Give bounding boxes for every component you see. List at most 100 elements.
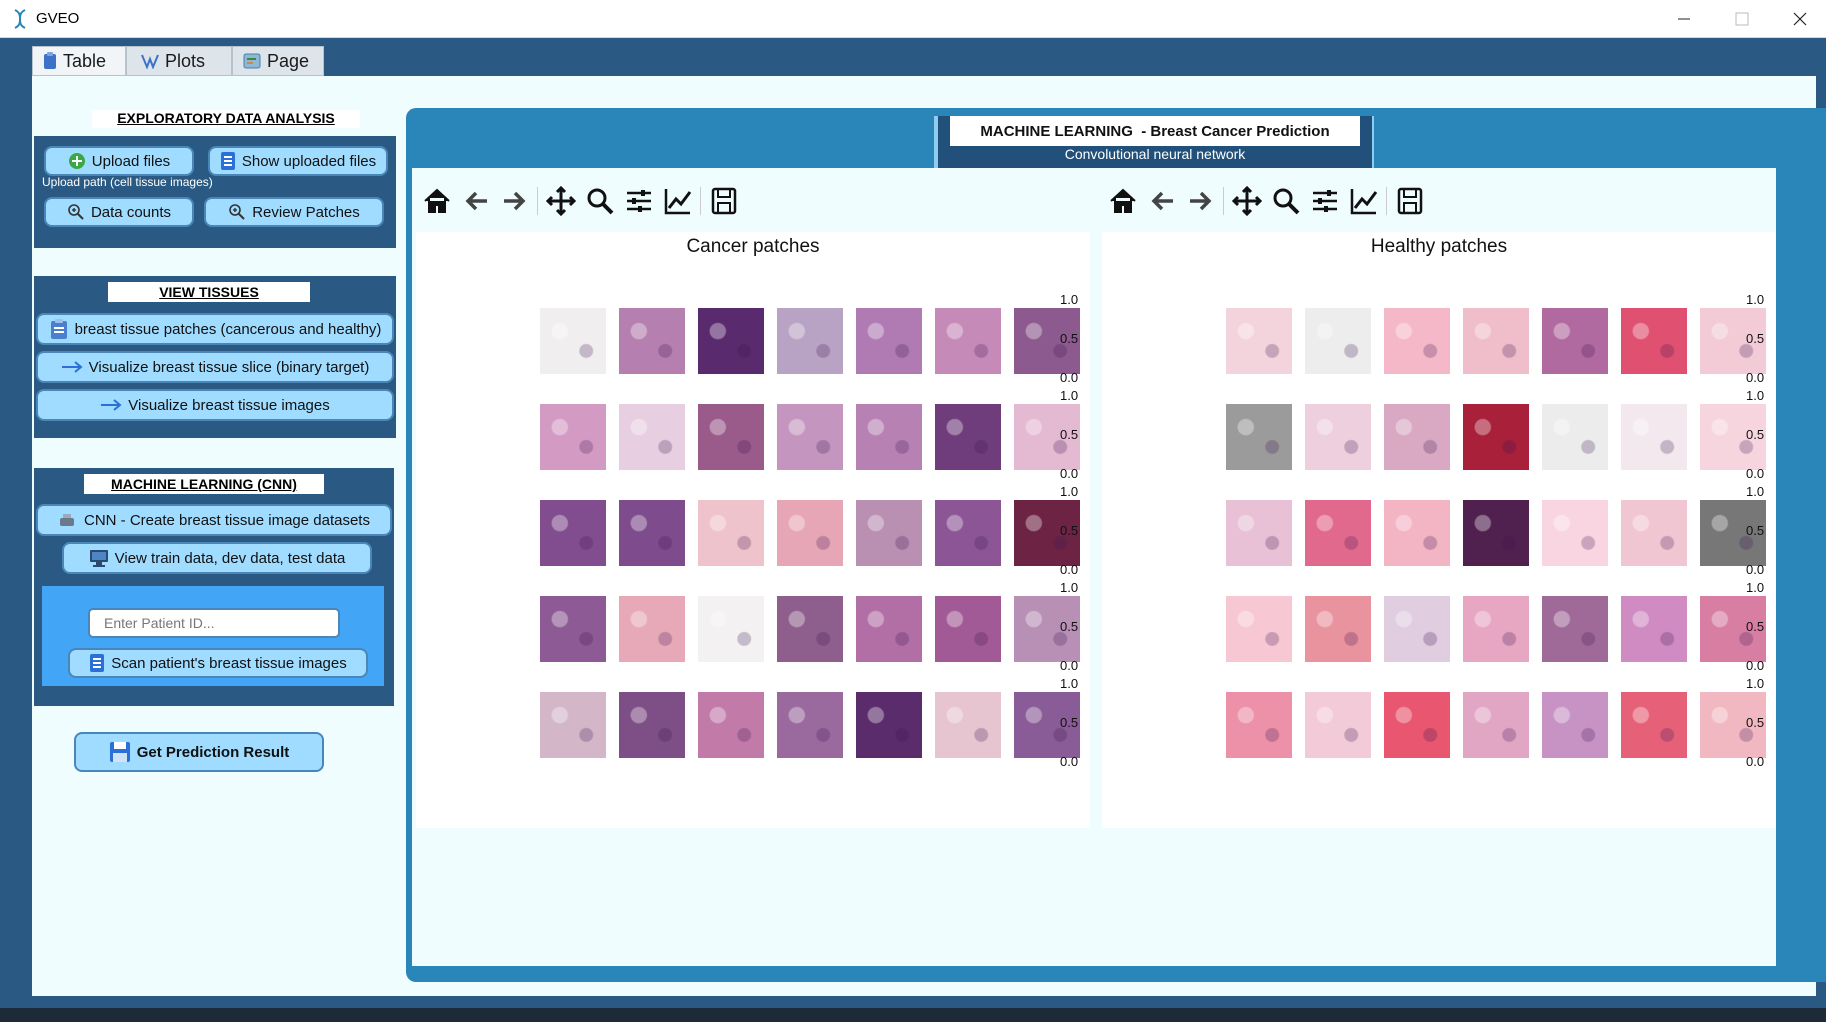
- view-train-data-label: View train data, dev data, test data: [114, 549, 346, 567]
- edit-axis-icon[interactable]: [661, 184, 695, 218]
- forward-icon[interactable]: [1184, 184, 1218, 218]
- visualize-slice-button[interactable]: Visualize breast tissue slice (binary ta…: [36, 351, 394, 383]
- axis-tick-label: 1.0: [1060, 484, 1079, 499]
- axis-tick-label: 0.0: [1746, 466, 1765, 481]
- axis-tick-label: 0.0: [1060, 466, 1079, 481]
- pan-icon[interactable]: [544, 184, 578, 218]
- axis-tick-label: 1.0: [1060, 292, 1079, 307]
- tissue-patch: [1621, 500, 1687, 566]
- tissue-patch: [619, 308, 685, 374]
- upload-files-label: Upload files: [91, 152, 171, 170]
- tissue-patch: [777, 404, 843, 470]
- tab-plots[interactable]: Plots: [126, 46, 232, 76]
- forward-icon[interactable]: [498, 184, 532, 218]
- satellite-icon: [60, 514, 75, 526]
- tissue-patch: [1542, 500, 1608, 566]
- tissue-patches-label: breast tissue patches (cancerous and hea…: [74, 320, 382, 338]
- title-bar: GVEO: [0, 0, 1826, 38]
- maximize-icon[interactable]: [1714, 4, 1770, 34]
- app-window: GVEO Table Plots Page EXPLORATORY DATA A…: [0, 0, 1826, 1022]
- tissue-patch: [1226, 500, 1292, 566]
- tissue-patch: [856, 308, 922, 374]
- taskbar-strip: [0, 1008, 1826, 1022]
- toolbar-separator: [700, 187, 701, 215]
- subplots-icon[interactable]: [1308, 184, 1342, 218]
- ml-cnn-title: MACHINE LEARNING (CNN): [84, 474, 324, 494]
- minimize-icon[interactable]: [1656, 4, 1712, 34]
- tab-label: Plots: [165, 50, 206, 71]
- visualize-images-label: Visualize breast tissue images: [128, 396, 330, 414]
- figure-title: Cancer patches: [686, 236, 820, 257]
- axis-tick-label: 0.0: [1746, 370, 1765, 385]
- tab-page[interactable]: Page: [232, 46, 324, 76]
- tab-label: Page: [267, 50, 310, 71]
- tissue-patch: [856, 404, 922, 470]
- figure-title: Healthy patches: [1370, 236, 1508, 257]
- review-patches-button[interactable]: Review Patches: [204, 197, 384, 227]
- visualize-images-button[interactable]: Visualize breast tissue images: [36, 389, 394, 421]
- create-datasets-button[interactable]: CNN - Create breast tissue image dataset…: [36, 504, 392, 536]
- tissue-patch: [698, 596, 764, 662]
- tissue-patch: [1226, 692, 1292, 758]
- close-icon[interactable]: [1772, 4, 1826, 34]
- zoom-icon[interactable]: [583, 184, 617, 218]
- plus-icon: [68, 153, 85, 169]
- plot-toolbar-healthy: [1106, 182, 1432, 220]
- panel-bottom-edge: [406, 966, 1778, 972]
- subplots-icon[interactable]: [622, 184, 656, 218]
- scan-patient-button[interactable]: Scan patient's breast tissue images: [68, 648, 368, 678]
- home-icon[interactable]: [1106, 184, 1140, 218]
- axis-tick-label: 0.0: [1060, 370, 1079, 385]
- axis-tick-label: 1.0: [1746, 580, 1765, 595]
- edit-axis-icon[interactable]: [1347, 184, 1381, 218]
- tissue-patch: [698, 692, 764, 758]
- tissue-patch: [1384, 500, 1450, 566]
- tissue-patch: [1305, 500, 1371, 566]
- tissue-patch: [1621, 308, 1687, 374]
- axis-tick-label: 0.5: [1746, 523, 1765, 538]
- axis-tick-label: 0.0: [1060, 658, 1079, 673]
- tissue-patch: [698, 404, 764, 470]
- get-prediction-button[interactable]: Get Prediction Result: [74, 732, 324, 772]
- axis-tick-label: 0.0: [1060, 562, 1079, 577]
- tissue-patch: [698, 308, 764, 374]
- save-icon[interactable]: [707, 184, 741, 218]
- axis-tick-label: 1.0: [1746, 676, 1765, 691]
- patient-id-input[interactable]: Enter Patient ID...: [88, 608, 340, 638]
- axis-tick-label: 0.5: [1060, 619, 1079, 634]
- tissue-patch: [1463, 308, 1529, 374]
- clipboard-icon: [50, 319, 67, 339]
- tissue-patch: [1463, 404, 1529, 470]
- axis-tick-label: 0.0: [1746, 754, 1765, 769]
- axis-tick-label: 0.5: [1060, 523, 1079, 538]
- axis-tick-label: 0.0: [1746, 658, 1765, 673]
- view-tissues-title: VIEW TISSUES: [108, 282, 310, 302]
- tissue-patch: [619, 404, 685, 470]
- zoom-in-icon: [68, 204, 84, 220]
- tab-table[interactable]: Table: [32, 46, 126, 76]
- zoom-icon[interactable]: [1269, 184, 1303, 218]
- tissue-patches-button[interactable]: breast tissue patches (cancerous and hea…: [36, 313, 394, 345]
- pan-icon[interactable]: [1230, 184, 1264, 218]
- arrow-right-icon: [61, 361, 83, 373]
- upload-files-button[interactable]: Upload files: [44, 146, 194, 176]
- tissue-patch: [1542, 308, 1608, 374]
- axis-tick-label: 0.5: [1746, 715, 1765, 730]
- document-icon: [90, 654, 105, 672]
- tissue-patch: [935, 692, 1001, 758]
- back-icon[interactable]: [1145, 184, 1179, 218]
- back-icon[interactable]: [459, 184, 493, 218]
- ml-subtitle: Convolutional neural network: [1064, 146, 1246, 162]
- tissue-patch: [1463, 692, 1529, 758]
- show-uploaded-files-button[interactable]: Show uploaded files: [208, 146, 388, 176]
- tissue-patch: [1384, 308, 1450, 374]
- data-counts-button[interactable]: Data counts: [44, 197, 194, 227]
- home-icon[interactable]: [420, 184, 454, 218]
- tissue-patch: [619, 692, 685, 758]
- axis-tick-label: 1.0: [1060, 676, 1079, 691]
- tissue-patch: [1384, 404, 1450, 470]
- axis-tick-label: 0.5: [1060, 715, 1079, 730]
- view-train-data-button[interactable]: View train data, dev data, test data: [62, 542, 372, 574]
- save-icon[interactable]: [1393, 184, 1427, 218]
- tissue-patch: [935, 500, 1001, 566]
